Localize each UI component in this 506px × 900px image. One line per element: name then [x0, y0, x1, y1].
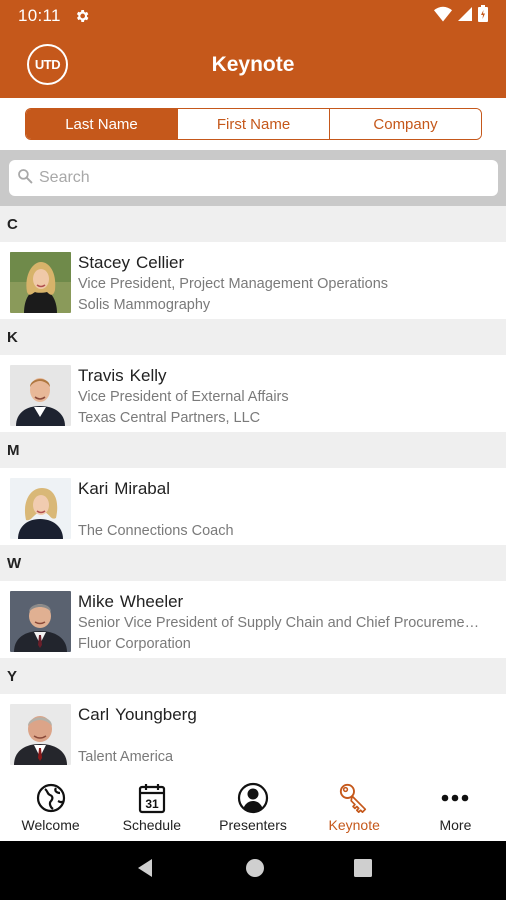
list-item[interactable]: Mike Wheeler Senior Vice President of Sup…	[0, 581, 506, 658]
person-first-name: Carl	[78, 705, 110, 724]
person-info: Stacey Cellier Vice President, Project Ma…	[78, 252, 498, 316]
utd-logo[interactable]: UTD	[27, 44, 68, 85]
person-name: Stacey Cellier	[78, 252, 498, 273]
section-header-w: W	[0, 545, 506, 581]
tab-schedule[interactable]: 31 Schedule	[101, 776, 202, 841]
avatar	[10, 591, 71, 652]
search-bar	[0, 150, 506, 206]
person-last-name: Cellier	[135, 253, 185, 272]
person-icon	[237, 782, 269, 814]
recents-icon[interactable]	[353, 859, 372, 882]
person-info: Kari Mirabal The Connections Coach	[78, 478, 498, 542]
person-info: Carl Youngberg Talent America	[78, 704, 498, 768]
sort-segment-bar: Last Name First Name Company	[0, 98, 506, 150]
home-icon[interactable]	[245, 858, 265, 883]
tab-presenters[interactable]: Presenters	[202, 776, 303, 841]
list-item[interactable]: Stacey Cellier Vice President, Project Ma…	[0, 242, 506, 319]
wifi-icon	[434, 6, 452, 27]
calendar-icon-day: 31	[145, 797, 159, 811]
person-last-name: Youngberg	[115, 705, 197, 724]
person-last-name: Mirabal	[114, 479, 170, 498]
person-title: Senior Vice President of Supply Chain an…	[78, 615, 480, 631]
tab-keynote[interactable]: Keynote	[304, 776, 405, 841]
avatar	[10, 252, 71, 313]
search-icon	[17, 168, 33, 189]
person-company: Texas Central Partners, LLC	[78, 410, 261, 426]
sort-segmented-control: Last Name First Name Company	[25, 108, 482, 140]
person-company: Talent America	[78, 749, 174, 765]
keynote-list: C Stacey Cellier Vice President, Project …	[0, 206, 506, 776]
tab-more-label: More	[439, 817, 472, 833]
globe-icon	[35, 782, 67, 814]
page-title: Keynote	[211, 53, 295, 76]
person-last-name: Kelly	[129, 366, 167, 385]
sort-by-last-name-tab[interactable]: Last Name	[26, 109, 177, 139]
person-name: Mike Wheeler	[78, 591, 498, 612]
tab-welcome[interactable]: Welcome	[0, 776, 101, 841]
tab-presenters-label: Presenters	[219, 817, 287, 833]
app-header: UTD Keynote	[0, 32, 506, 98]
section-header-y: Y	[0, 658, 506, 694]
person-first-name: Kari	[78, 479, 109, 498]
person-name: Carl Youngberg	[78, 704, 498, 725]
person-company: The Connections Coach	[78, 523, 234, 539]
more-dots-icon	[439, 782, 471, 814]
person-first-name: Mike	[78, 592, 114, 611]
tab-keynote-label: Keynote	[328, 817, 380, 833]
key-icon	[338, 782, 370, 814]
avatar	[10, 478, 71, 539]
person-first-name: Stacey	[78, 253, 130, 272]
person-company: Solis Mammography	[78, 297, 211, 313]
search-box	[9, 160, 498, 196]
section-header-k: K	[0, 319, 506, 355]
person-title: Vice President of External Affairs	[78, 389, 289, 405]
list-item[interactable]: Travis Kelly Vice President of External A…	[0, 355, 506, 432]
list-item[interactable]: Carl Youngberg Talent America	[0, 694, 506, 771]
person-last-name: Wheeler	[119, 592, 184, 611]
tab-schedule-label: Schedule	[122, 817, 181, 833]
search-input[interactable]	[39, 169, 479, 187]
person-company: Fluor Corporation	[78, 636, 191, 652]
bottom-tab-bar: Welcome 31 Schedule Presenters Keynote M…	[0, 776, 506, 841]
avatar	[10, 365, 71, 426]
person-name: Kari Mirabal	[78, 478, 498, 499]
tab-more[interactable]: More	[405, 776, 506, 841]
person-info: Mike Wheeler Senior Vice President of Sup…	[78, 591, 498, 655]
sort-by-first-name-tab[interactable]: First Name	[177, 109, 329, 139]
status-time: 10:11	[18, 6, 61, 25]
person-title	[78, 500, 498, 521]
settings-gear-icon	[73, 7, 91, 25]
person-name: Travis Kelly	[78, 365, 498, 386]
section-header-c: C	[0, 206, 506, 242]
system-nav-bar	[0, 841, 506, 900]
person-first-name: Travis	[78, 366, 124, 385]
back-icon[interactable]	[134, 857, 156, 884]
status-bar: 10:11	[0, 0, 506, 32]
calendar-icon: 31	[136, 782, 168, 814]
tab-welcome-label: Welcome	[21, 817, 80, 833]
person-info: Travis Kelly Vice President of External A…	[78, 365, 498, 429]
battery-icon	[478, 5, 488, 27]
cell-signal-icon	[458, 6, 472, 26]
section-header-m: M	[0, 432, 506, 468]
person-title: Vice President, Project Management Opera…	[78, 276, 389, 292]
sort-by-company-tab[interactable]: Company	[329, 109, 481, 139]
person-title	[78, 726, 498, 747]
avatar	[10, 704, 71, 765]
list-item[interactable]: Kari Mirabal The Connections Coach	[0, 468, 506, 545]
